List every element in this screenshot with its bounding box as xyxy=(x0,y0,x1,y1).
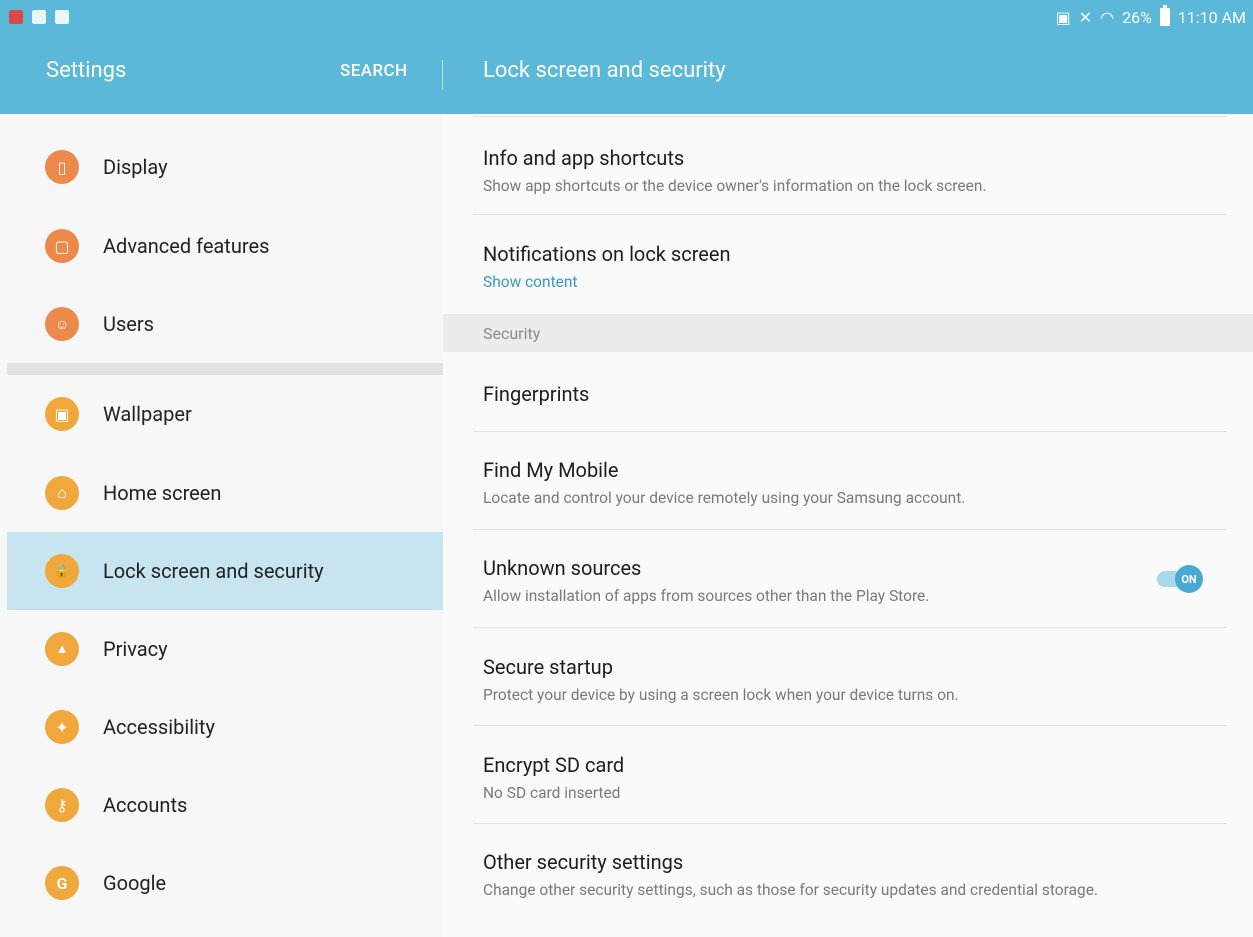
setting-subtitle: Locate and control your device remotely … xyxy=(483,489,966,507)
search-button[interactable]: SEARCH xyxy=(340,61,407,81)
sidebar-item-advanced-features[interactable]: ▢ Advanced features xyxy=(7,207,443,285)
lock-icon: 🔒 xyxy=(45,554,79,588)
divider xyxy=(473,529,1227,530)
setting-title: Info and app shortcuts xyxy=(483,146,685,170)
setting-info-and-app-shortcuts[interactable]: Info and app shortcuts Show app shortcut… xyxy=(483,146,1218,197)
sidebar-item-privacy[interactable]: ▲ Privacy xyxy=(7,610,443,688)
section-label: Security xyxy=(483,324,541,343)
setting-title: Other security settings xyxy=(483,850,684,874)
setting-notifications-on-lock-screen[interactable]: Notifications on lock screen Show conten… xyxy=(483,242,1218,293)
system-status: ▣ ✕ ◠ 26% 11:10 AM xyxy=(1056,0,1246,34)
home-icon: ⌂ xyxy=(45,476,79,510)
setting-fingerprints[interactable]: Fingerprints xyxy=(483,382,1218,406)
setting-subtitle: Protect your device by using a screen lo… xyxy=(483,686,959,704)
key-icon: ⚷ xyxy=(45,788,79,822)
settings-sidebar: ▯ Display ▢ Advanced features ☺ Users ▣ … xyxy=(0,114,443,937)
unknown-sources-toggle[interactable]: ON xyxy=(1157,565,1207,593)
setting-find-my-mobile[interactable]: Find My Mobile Locate and control your d… xyxy=(483,458,1218,509)
sidebar-item-users[interactable]: ☺ Users xyxy=(7,285,443,363)
sidebar-item-label: Home screen xyxy=(103,481,222,505)
setting-encrypt-sd-card[interactable]: Encrypt SD card No SD card inserted xyxy=(483,753,1218,804)
sidebar-item-accessibility[interactable]: ✦ Accessibility xyxy=(7,688,443,766)
battery-percent: 26% xyxy=(1122,7,1152,27)
setting-subtitle: Show app shortcuts or the device owner's… xyxy=(483,177,987,195)
advanced-features-icon: ▢ xyxy=(45,229,79,263)
setting-unknown-sources[interactable]: Unknown sources Allow installation of ap… xyxy=(483,556,1218,607)
sidebar-item-accounts[interactable]: ⚷ Accounts xyxy=(7,766,443,844)
sidebar-item-label: Accessibility xyxy=(103,715,215,739)
sidebar-item-label: Users xyxy=(103,312,154,336)
privacy-icon: ▲ xyxy=(45,632,79,666)
header-divider xyxy=(442,60,443,90)
sidebar-item-home-screen[interactable]: ⌂ Home screen xyxy=(7,454,443,532)
divider xyxy=(473,431,1227,432)
display-icon: ▯ xyxy=(45,150,79,184)
toggle-thumb: ON xyxy=(1175,565,1203,593)
divider xyxy=(473,116,1227,117)
setting-title: Unknown sources xyxy=(483,556,642,580)
settings-title: Settings xyxy=(46,58,127,83)
sidebar-item-lock-screen-and-security[interactable]: 🔒 Lock screen and security xyxy=(7,532,443,610)
sidebar-item-google[interactable]: G Google xyxy=(7,844,443,922)
screenshot-notification-icon xyxy=(32,10,46,24)
app-header: Settings SEARCH Lock screen and security xyxy=(0,34,1253,114)
setting-other-security-settings[interactable]: Other security settings Change other sec… xyxy=(483,850,1218,901)
setting-title: Notifications on lock screen xyxy=(483,242,731,266)
clock: 11:10 AM xyxy=(1177,7,1246,27)
sidebar-item-wallpaper[interactable]: ▣ Wallpaper xyxy=(7,375,443,453)
wallpaper-icon: ▣ xyxy=(45,397,79,431)
divider xyxy=(473,627,1227,628)
sidebar-item-label: Lock screen and security xyxy=(103,559,324,583)
sidebar-item-display[interactable]: ▯ Display xyxy=(7,128,443,206)
sidebar-item-label: Accounts xyxy=(103,793,188,817)
sidebar-item-label: Privacy xyxy=(103,637,168,661)
setting-subtitle: Change other security settings, such as … xyxy=(483,881,1099,899)
sidebar-item-label: Google xyxy=(103,871,167,895)
sidebar-item-label: Advanced features xyxy=(103,234,270,258)
setting-subtitle: Show content xyxy=(483,273,578,291)
mute-icon: ✕ xyxy=(1078,7,1093,27)
setting-subtitle: Allow installation of apps from sources … xyxy=(483,587,930,605)
section-header-security: Security xyxy=(443,314,1253,352)
sidebar-item-label: Display xyxy=(103,155,168,179)
divider xyxy=(473,214,1227,215)
battery-icon xyxy=(1159,5,1170,26)
divider xyxy=(473,725,1227,726)
setting-title: Fingerprints xyxy=(483,382,590,406)
setting-title: Secure startup xyxy=(483,655,613,679)
download-notification-icon xyxy=(55,10,69,24)
divider xyxy=(473,823,1227,824)
setting-title: Encrypt SD card xyxy=(483,753,625,777)
setting-title: Find My Mobile xyxy=(483,458,619,482)
wifi-icon: ◠ xyxy=(1100,7,1115,27)
notification-icons xyxy=(0,10,69,24)
setting-secure-startup[interactable]: Secure startup Protect your device by us… xyxy=(483,655,1218,706)
users-icon: ☺ xyxy=(45,307,79,341)
setting-subtitle: No SD card inserted xyxy=(483,784,621,802)
page-title: Lock screen and security xyxy=(483,58,726,83)
google-icon: G xyxy=(45,866,79,900)
app-notification-icon xyxy=(9,10,23,24)
nfc-icon: ▣ xyxy=(1055,7,1071,27)
lock-screen-settings: Info and app shortcuts Show app shortcut… xyxy=(443,114,1253,937)
status-bar: ▣ ✕ ◠ 26% 11:10 AM xyxy=(0,0,1253,34)
sidebar-item-label: Wallpaper xyxy=(103,402,192,426)
accessibility-icon: ✦ xyxy=(45,710,79,744)
sidebar-group-divider xyxy=(7,363,443,375)
